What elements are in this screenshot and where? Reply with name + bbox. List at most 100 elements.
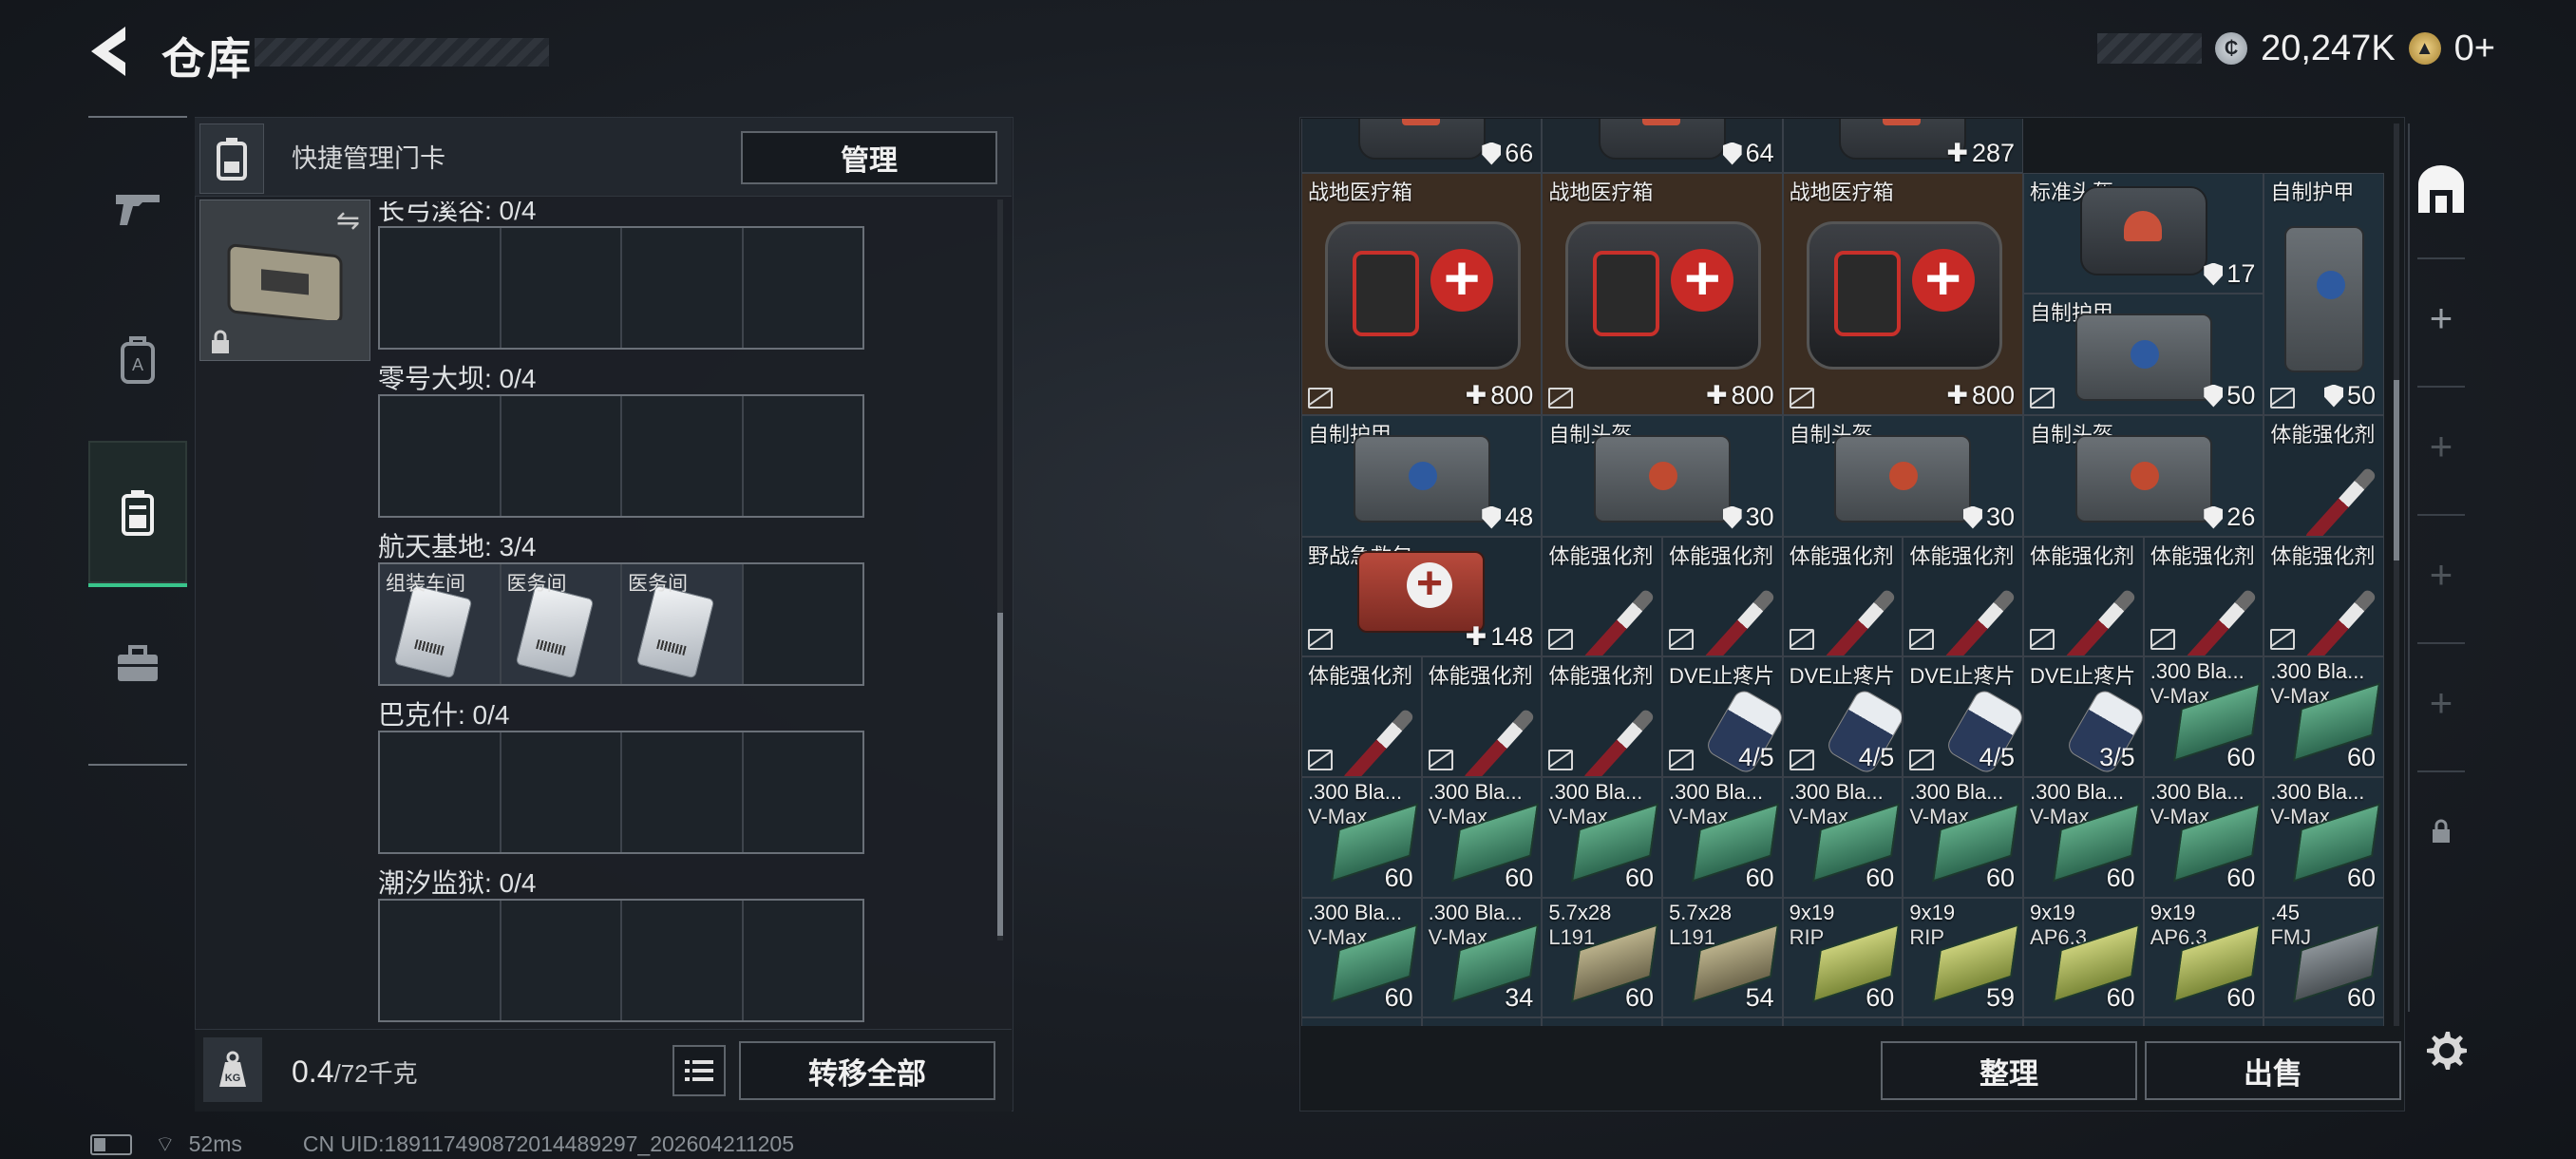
keycard-slot[interactable] xyxy=(622,732,744,852)
storage-item-ammo[interactable]: 9x19 RIP 60 xyxy=(1782,898,1904,1017)
keycard-slot[interactable] xyxy=(622,228,744,348)
keycard-slot[interactable]: 医务间 xyxy=(622,564,744,684)
keycard-slot[interactable] xyxy=(380,396,502,516)
keycard-slot[interactable] xyxy=(502,396,622,516)
storage-item-medkit[interactable]: 战地医疗箱 ✚800 xyxy=(1782,173,2023,415)
storage-item-partial[interactable] xyxy=(1782,1017,1904,1026)
storage-item-stim[interactable]: 体能强化剂 xyxy=(1542,656,1662,777)
transfer-all-button[interactable]: 转移全部 xyxy=(739,1041,995,1100)
list-view-button[interactable] xyxy=(672,1045,726,1096)
storage-item-ammo[interactable]: .45 FMJ 60 xyxy=(2263,898,2384,1017)
storage-item-ammo[interactable]: 9x19 AP6.3 60 xyxy=(2023,898,2144,1017)
keycard-slot[interactable] xyxy=(744,396,863,516)
storage-item-stim[interactable]: 体能强化剂 xyxy=(1782,537,1904,656)
storage-item-stim[interactable]: 体能强化剂 xyxy=(2263,415,2384,537)
storage-item-ammo[interactable]: .300 Bla... V-Max 60 xyxy=(2263,777,2384,898)
storage-item-armor[interactable]: 自制护甲 50 xyxy=(2023,294,2264,415)
storage-item-medkit[interactable]: 战地医疗箱 ✚800 xyxy=(1301,173,1543,415)
tab-weapons[interactable] xyxy=(88,137,187,279)
keycard-slot[interactable] xyxy=(502,228,622,348)
tab-add-storage[interactable]: + xyxy=(2408,390,2474,504)
storage-item-partial[interactable] xyxy=(1421,1017,1543,1026)
keycard-slot[interactable] xyxy=(380,732,502,852)
storage-item-helmet[interactable]: 标准头盔 17 xyxy=(2023,173,2264,294)
keycard-slot[interactable] xyxy=(744,228,863,348)
storage-item-partial[interactable]: ✚ 287 xyxy=(1782,119,2023,173)
tab-storage[interactable] xyxy=(2408,133,2474,247)
storage-item-ammo[interactable]: .300 Bla... V-Max 60 xyxy=(2143,777,2264,898)
storage-item-partial[interactable] xyxy=(2023,1017,2144,1026)
keycard-case-slot[interactable]: ⇋ xyxy=(199,200,370,361)
keycard-slot[interactable] xyxy=(622,396,744,516)
sell-button[interactable]: 出售 xyxy=(2145,1041,2401,1100)
storage-item-stim[interactable]: 体能强化剂 xyxy=(1301,656,1422,777)
storage-item-ammo[interactable]: .300 Bla... V-Max 60 xyxy=(2263,656,2384,777)
storage-item-ammo[interactable]: .300 Bla... V-Max 60 xyxy=(1903,777,2023,898)
settings-button[interactable] xyxy=(2417,1022,2474,1079)
manage-button[interactable]: 管理 xyxy=(741,131,997,184)
storage-item-armor[interactable]: 自制护甲 48 xyxy=(1301,415,1543,537)
grid-scrollbar[interactable] xyxy=(2394,124,2399,1026)
storage-item-stim[interactable]: 体能强化剂 xyxy=(1542,537,1662,656)
swap-icon[interactable]: ⇋ xyxy=(336,204,360,238)
storage-item-ammo[interactable]: 5.7x28 L191 60 xyxy=(1542,898,1662,1017)
keycard-slot[interactable]: 组装车间 xyxy=(380,564,502,684)
storage-item-ammo[interactable]: 9x19 AP6.3 60 xyxy=(2143,898,2264,1017)
tab-backpack[interactable]: A xyxy=(88,289,187,431)
storage-item-partial[interactable]: 64 xyxy=(1542,119,1783,173)
storage-item-ammo[interactable]: 9x19 RIP 59 xyxy=(1903,898,2023,1017)
storage-item-armor[interactable]: 自制头盔 30 xyxy=(1542,415,1783,537)
tab-locked[interactable] xyxy=(2408,774,2474,888)
storage-item-ammo[interactable]: .300 Bla... V-Max 60 xyxy=(1542,777,1662,898)
back-button[interactable] xyxy=(84,21,137,82)
keycard-slot[interactable] xyxy=(380,901,502,1020)
storage-item-medkit[interactable]: 战地医疗箱 ✚800 xyxy=(1542,173,1783,415)
storage-item-painkiller[interactable]: DVE止疼片 4/5 xyxy=(1662,656,1783,777)
storage-item-ammo[interactable]: .300 Bla... V-Max 34 xyxy=(1421,898,1543,1017)
storage-item-stim[interactable]: 体能强化剂 xyxy=(1421,656,1543,777)
storage-item-partial[interactable] xyxy=(2263,1017,2384,1026)
keycard-case-button[interactable] xyxy=(199,124,264,194)
tab-add-storage[interactable]: + xyxy=(2408,261,2474,375)
storage-item-ammo[interactable]: .300 Bla... V-Max 60 xyxy=(1662,777,1783,898)
tab-add-storage[interactable]: + xyxy=(2408,646,2474,760)
keycard-slot[interactable] xyxy=(622,901,744,1020)
storage-item-armor[interactable]: 自制头盔 30 xyxy=(1782,415,2023,537)
storage-item-armor[interactable]: 自制头盔 26 xyxy=(2023,415,2264,537)
tab-add-storage[interactable]: + xyxy=(2408,518,2474,632)
storage-item-stim[interactable]: 体能强化剂 xyxy=(1662,537,1783,656)
storage-item-stim[interactable]: 体能强化剂 xyxy=(2023,537,2144,656)
keycard-slot[interactable] xyxy=(744,901,863,1020)
storage-item-partial[interactable]: 66 xyxy=(1301,119,1543,173)
storage-item-ammo[interactable]: .300 Bla... V-Max 60 xyxy=(2143,656,2264,777)
keycard-slot[interactable] xyxy=(744,564,863,684)
storage-item-ammo[interactable]: .300 Bla... V-Max 60 xyxy=(1301,777,1422,898)
storage-item-ammo[interactable]: .300 Bla... V-Max 60 xyxy=(1421,777,1543,898)
storage-item-partial[interactable] xyxy=(2143,1017,2264,1026)
storage-item-painkiller[interactable]: DVE止疼片 4/5 xyxy=(1782,656,1904,777)
storage-item-partial[interactable] xyxy=(1301,1017,1422,1026)
keycard-slot[interactable] xyxy=(380,228,502,348)
storage-item-armor[interactable]: 自制护甲 50 xyxy=(2263,173,2384,415)
storage-item-first-aid-kit[interactable]: 野战急救包✚148 xyxy=(1301,537,1543,656)
storage-item-painkiller[interactable]: DVE止疼片 3/5 xyxy=(2023,656,2144,777)
keycard-slot[interactable]: 医务间 xyxy=(501,564,622,684)
grid-scrollbar-thumb[interactable] xyxy=(2394,380,2399,560)
storage-item-partial[interactable] xyxy=(1662,1017,1783,1026)
tab-toolbox[interactable] xyxy=(88,593,187,735)
storage-item-painkiller[interactable]: DVE止疼片 4/5 xyxy=(1903,656,2023,777)
storage-item-ammo[interactable]: .300 Bla... V-Max 60 xyxy=(2023,777,2144,898)
left-scrollbar-thumb[interactable] xyxy=(997,613,1003,936)
storage-item-stim[interactable]: 体能强化剂 xyxy=(2143,537,2264,656)
storage-item-ammo[interactable]: 5.7x28 L191 54 xyxy=(1662,898,1783,1017)
keycard-slot[interactable] xyxy=(744,732,863,852)
keycard-slot[interactable] xyxy=(502,901,622,1020)
storage-item-ammo[interactable]: .300 Bla... V-Max 60 xyxy=(1301,898,1422,1017)
storage-item-stim[interactable]: 体能强化剂 xyxy=(1903,537,2023,656)
tab-keycard-case[interactable] xyxy=(88,441,187,587)
storage-item-partial[interactable] xyxy=(1542,1017,1662,1026)
keycard-slot[interactable] xyxy=(502,732,622,852)
storage-item-partial[interactable] xyxy=(1903,1017,2023,1026)
storage-item-ammo[interactable]: .300 Bla... V-Max 60 xyxy=(1782,777,1904,898)
sort-button[interactable]: 整理 xyxy=(1881,1041,2137,1100)
